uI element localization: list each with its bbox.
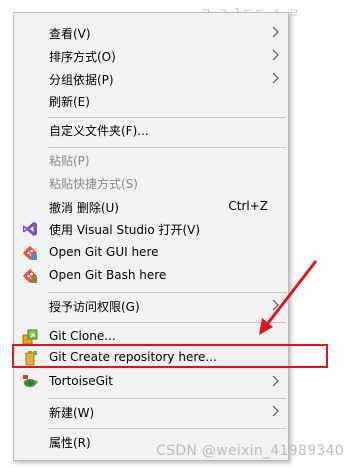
red-arrow-annotation	[259, 260, 318, 335]
watermark: CSDN @weixin_41989340	[156, 443, 344, 459]
